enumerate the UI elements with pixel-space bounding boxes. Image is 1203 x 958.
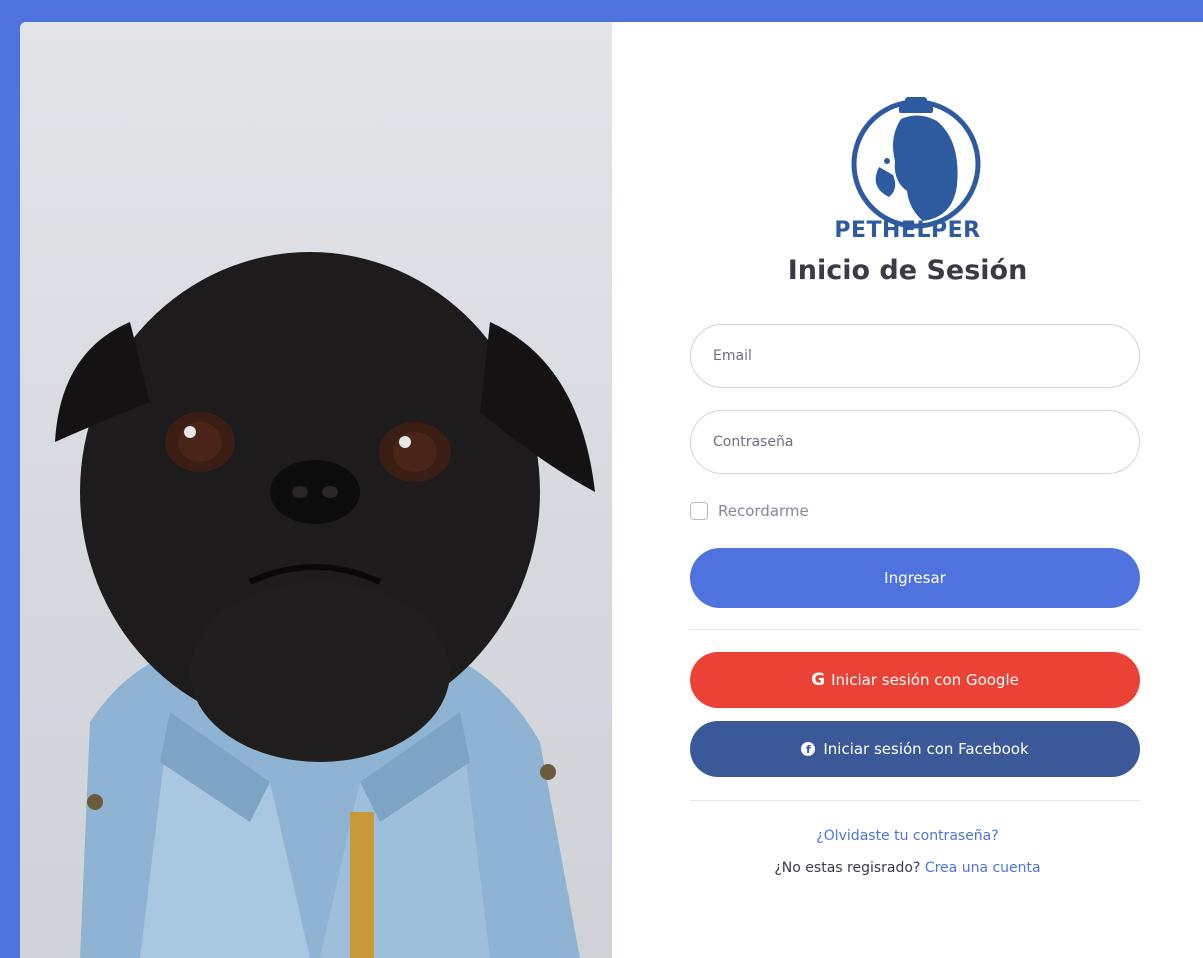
forgot-password-row: ¿Olvidaste tu contraseña? <box>612 828 1203 844</box>
register-row: ¿No estas regisrado? Crea una cuenta <box>612 860 1203 876</box>
google-login-button[interactable]: G Iniciar sesión con Google <box>690 652 1140 708</box>
password-input[interactable] <box>690 410 1140 474</box>
pug-illustration <box>55 252 595 958</box>
login-button-label: Ingresar <box>884 569 946 587</box>
remember-label: Recordarme <box>718 502 809 520</box>
remember-checkbox[interactable] <box>690 502 708 520</box>
pug-photo <box>20 22 612 958</box>
login-card: PETHELPER Inicio de Sesión Recordarme In… <box>20 22 1203 958</box>
forgot-password-link[interactable]: ¿Olvidaste tu contraseña? <box>816 828 998 844</box>
email-input[interactable] <box>690 324 1140 388</box>
login-form-panel: PETHELPER Inicio de Sesión Recordarme In… <box>612 22 1203 958</box>
remember-me[interactable]: Recordarme <box>690 502 809 520</box>
facebook-button-label: Iniciar sesión con Facebook <box>823 740 1029 758</box>
register-link[interactable]: Crea una cuenta <box>925 860 1041 876</box>
page-title: Inicio de Sesión <box>787 255 1028 286</box>
google-icon: G <box>811 670 826 690</box>
pet-helper-logo-icon <box>851 97 981 229</box>
brand-name: PETHELPER <box>834 218 981 243</box>
facebook-login-button[interactable]: f Iniciar sesión con Facebook <box>690 721 1140 777</box>
divider <box>690 629 1140 630</box>
register-prompt: ¿No estas regisrado? <box>774 860 921 876</box>
divider <box>690 800 1140 801</box>
google-button-label: Iniciar sesión con Google <box>831 671 1019 689</box>
login-button[interactable]: Ingresar <box>690 548 1140 608</box>
facebook-icon: f <box>801 742 816 756</box>
